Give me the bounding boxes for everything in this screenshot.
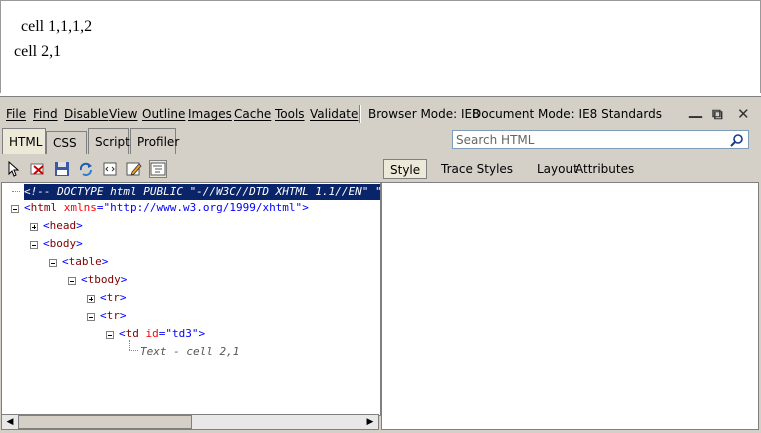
dom-tree[interactable]: <!-- DOCTYPE html PUBLIC "-//W3C//DTD XH… xyxy=(1,182,381,416)
tree-node-head[interactable]: <head> xyxy=(43,218,83,234)
collapse-table-icon[interactable] xyxy=(49,259,57,267)
devtools-menubar: File Find Disable View Outline Images Ca… xyxy=(0,97,761,127)
browser-mode-menu[interactable]: Browser Mode: IE8 xyxy=(368,107,480,121)
scrollbar-thumb[interactable] xyxy=(18,415,192,429)
table-cell-2: cell 2,1 xyxy=(14,43,62,60)
collapse-html-icon[interactable] xyxy=(11,205,19,213)
tree-node-doctype[interactable]: <!-- DOCTYPE html PUBLIC "-//W3C//DTD XH… xyxy=(24,184,380,200)
search-placeholder: Search HTML xyxy=(456,133,535,147)
tree-node-text[interactable]: Text - cell 2,1 xyxy=(140,344,239,360)
collapse-body-icon[interactable] xyxy=(30,241,38,249)
save-icon[interactable] xyxy=(53,160,71,178)
menu-validate[interactable]: Validate xyxy=(310,107,358,121)
menu-view[interactable]: View xyxy=(109,107,137,121)
document-mode-menu[interactable]: Document Mode: IE8 Standards xyxy=(472,107,662,121)
tree-connector xyxy=(129,350,138,351)
expand-tr-icon[interactable] xyxy=(87,295,95,303)
menu-find[interactable]: Find xyxy=(33,107,58,121)
collapse-tr-icon[interactable] xyxy=(87,313,95,321)
tab-html[interactable]: HTML xyxy=(2,128,46,154)
tab-css[interactable]: CSS xyxy=(46,131,87,154)
html-toolbar xyxy=(0,158,380,180)
table-cell-1: cell 1,1,1,2 xyxy=(21,18,93,35)
style-pane-tabs: Style Trace Styles Layout Attributes xyxy=(381,158,759,182)
restore-icon[interactable]: ⧉ xyxy=(712,105,723,123)
edit-icon[interactable] xyxy=(125,160,143,178)
menu-file[interactable]: File xyxy=(6,107,26,121)
rendered-page: cell 1,1,1,2 cell 2,1 xyxy=(0,0,761,93)
doctype-text: <!-- DOCTYPE html PUBLIC "-//W3C//DTD XH… xyxy=(24,185,381,198)
developer-tools-panel: File Find Disable View Outline Images Ca… xyxy=(0,96,761,433)
tab-trace-styles[interactable]: Trace Styles xyxy=(435,159,519,179)
search-icon[interactable] xyxy=(730,133,744,147)
search-html-input[interactable]: Search HTML xyxy=(452,130,749,149)
tab-attributes[interactable]: Attributes xyxy=(569,159,640,179)
menu-separator xyxy=(359,105,361,123)
tree-node-tbody[interactable]: <tbody> xyxy=(81,272,127,288)
collapse-td-icon[interactable] xyxy=(106,331,114,339)
tree-connector xyxy=(129,340,131,350)
tab-style[interactable]: Style xyxy=(383,159,428,179)
close-icon[interactable]: ✕ xyxy=(737,105,750,123)
tree-connector xyxy=(8,183,22,199)
tree-node-body[interactable]: <body> xyxy=(43,236,83,252)
word-wrap-icon[interactable] xyxy=(101,160,119,178)
dom-view-icon[interactable] xyxy=(149,160,167,178)
refresh-icon[interactable] xyxy=(77,160,95,178)
tree-node-tr[interactable]: <tr> xyxy=(100,290,127,306)
tree-node-html[interactable]: <html xmlns="http://www.w3.org/1999/xhtm… xyxy=(24,200,309,216)
collapse-tbody-icon[interactable] xyxy=(68,277,76,285)
menu-cache[interactable]: Cache xyxy=(234,107,271,121)
clear-browser-icon[interactable] xyxy=(29,160,47,178)
tab-script[interactable]: Script xyxy=(88,128,130,154)
menu-tools[interactable]: Tools xyxy=(275,107,305,121)
menu-disable[interactable]: Disable xyxy=(64,107,109,121)
style-content xyxy=(381,182,759,430)
tree-horizontal-scrollbar[interactable]: ◀ ▶ xyxy=(1,414,379,430)
tree-node-td[interactable]: <td id="td3"> xyxy=(119,326,205,342)
tab-profiler[interactable]: Profiler xyxy=(130,128,179,154)
style-pane: Style Trace Styles Layout Attributes xyxy=(381,158,759,430)
tree-node-table[interactable]: <table> xyxy=(62,254,108,270)
scroll-right-icon[interactable]: ▶ xyxy=(363,416,377,428)
menu-images[interactable]: Images xyxy=(188,107,232,121)
menu-outline[interactable]: Outline xyxy=(142,107,185,121)
minimize-icon[interactable]: — xyxy=(688,107,703,125)
select-element-icon[interactable] xyxy=(5,160,23,178)
tree-node-tr[interactable]: <tr> xyxy=(100,308,127,324)
expand-head-icon[interactable] xyxy=(30,223,38,231)
scroll-left-icon[interactable]: ◀ xyxy=(3,416,17,428)
